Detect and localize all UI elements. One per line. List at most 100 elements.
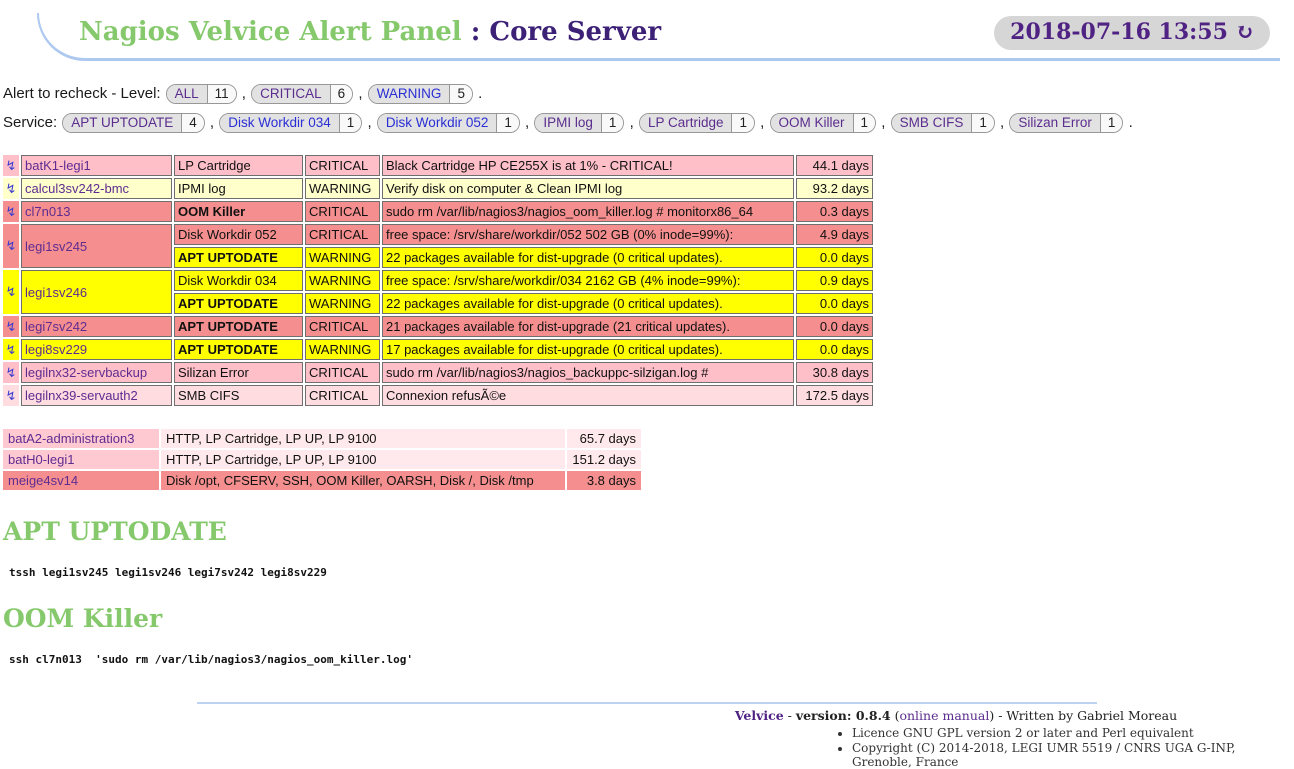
- host-link[interactable]: batH0-legi1: [8, 452, 75, 467]
- filter-label[interactable]: Disk Workdir 052: [378, 114, 497, 132]
- alert-row: ↯cl7n013OOM KillerCRITICALsudo rm /var/l…: [3, 201, 873, 222]
- host-link[interactable]: batA2-administration3: [8, 431, 134, 446]
- footer-version: version: 0.8.4: [796, 708, 891, 723]
- alert-row: ↯legi1sv245Disk Workdir 052CRITICALfree …: [3, 224, 873, 245]
- days-cell: 172.5 days: [796, 385, 873, 406]
- refresh-time-button[interactable]: 2018-07-16 13:55 ↻: [994, 16, 1270, 50]
- filter-label[interactable]: WARNING: [369, 85, 450, 103]
- recheck-bolt-icon[interactable]: ↯: [6, 158, 17, 173]
- filter-count: 1: [853, 114, 876, 132]
- filter-pill-critical[interactable]: CRITICAL6: [251, 84, 353, 104]
- filter-pill-smb-cifs[interactable]: SMB CIFS1: [891, 113, 995, 133]
- recheck-cell: ↯: [3, 270, 19, 314]
- services-list-cell: Disk /opt, CFSERV, SSH, OOM Killer, OARS…: [161, 471, 565, 490]
- state-cell: WARNING: [305, 293, 380, 314]
- state-cell: WARNING: [305, 339, 380, 360]
- days-cell: 0.9 days: [796, 270, 873, 291]
- services-list-cell: HTTP, LP Cartridge, LP UP, LP 9100: [161, 450, 565, 469]
- service-name: LP Cartridge: [174, 155, 303, 176]
- host-link[interactable]: legi8sv229: [25, 342, 87, 357]
- oom-killer-command: ssh cl7n013 'sudo rm /var/lib/nagios3/na…: [9, 653, 1294, 666]
- app-title: Nagios Velvice Alert Panel: [79, 17, 462, 47]
- info-cell: Black Cartridge HP CE255X is at 1% - CRI…: [382, 155, 794, 176]
- alerts-table: ↯ batK1-legi1 LP Cartridge CRITICAL Black Ca…: [1, 153, 875, 408]
- info-cell: free space: /srv/share/workdir/052 502 G…: [382, 224, 794, 245]
- online-manual-link[interactable]: online manual: [899, 708, 989, 723]
- reload-icon[interactable]: ↻: [1236, 19, 1254, 45]
- days-cell: 0.0 days: [796, 247, 873, 268]
- recheck-bolt-icon[interactable]: ↯: [6, 342, 17, 357]
- service-name: Disk Workdir 034: [174, 270, 303, 291]
- footer-credits: Velvice - version: 0.8.4 (online manual)…: [626, 708, 1286, 723]
- filter-pill-warning[interactable]: WARNING5: [368, 84, 473, 104]
- filter-pill-apt-uptodate[interactable]: APT UPTODATE4: [62, 113, 205, 133]
- level-pills: ALL11 , CRITICAL6 , WARNING5 .: [165, 85, 483, 102]
- service-name: APT UPTODATE: [174, 247, 303, 268]
- service-name: APT UPTODATE: [174, 339, 303, 360]
- host-link[interactable]: meige4sv14: [8, 473, 78, 488]
- recheck-bolt-icon[interactable]: ↯: [6, 181, 17, 196]
- info-cell: 17 packages available for dist-upgrade (…: [382, 339, 794, 360]
- filter-pill-all[interactable]: ALL11: [166, 84, 237, 104]
- host-link[interactable]: cl7n013: [25, 204, 71, 219]
- service-pills: APT UPTODATE4 , Disk Workdir 0341 , Disk…: [61, 114, 1133, 131]
- days-cell: 0.0 days: [796, 339, 873, 360]
- service-name: SMB CIFS: [174, 385, 303, 406]
- host-link[interactable]: legi1sv246: [25, 285, 87, 300]
- recheck-bolt-icon[interactable]: ↯: [6, 238, 17, 253]
- title-separator: :: [462, 17, 490, 47]
- days-cell: 0.0 days: [796, 316, 873, 337]
- filter-count: 4: [181, 114, 204, 132]
- host-link[interactable]: calcul3sv242-bmc: [25, 181, 129, 196]
- info-cell: sudo rm /var/lib/nagios3/nagios_oom_kill…: [382, 201, 794, 222]
- server-name: Core Server: [489, 17, 661, 47]
- recheck-cell: ↯: [3, 316, 19, 337]
- alert-row: ↯legi7sv242APT UPTODATECRITICAL21 packag…: [3, 316, 873, 337]
- filter-label[interactable]: SMB CIFS: [892, 114, 972, 132]
- recheck-cell: ↯: [3, 385, 19, 406]
- footer: Velvice - version: 0.8.4 (online manual)…: [626, 708, 1286, 769]
- recheck-bolt-icon[interactable]: ↯: [6, 204, 17, 219]
- days-cell: 151.2 days: [567, 450, 641, 469]
- recheck-cell: ↯: [3, 155, 19, 176]
- filter-count: 1: [731, 114, 754, 132]
- state-cell: CRITICAL: [305, 201, 380, 222]
- filter-label[interactable]: ALL: [167, 85, 207, 103]
- alert-row: ↯legilnx32-servbackupSilizan ErrorCRITIC…: [3, 362, 873, 383]
- host-down-row: batH0-legi1 HTTP, LP Cartridge, LP UP, LP…: [3, 450, 641, 469]
- filter-pill-silizan-error[interactable]: Silizan Error1: [1009, 113, 1123, 133]
- host-link[interactable]: batK1-legi1: [25, 158, 91, 173]
- state-cell: CRITICAL: [305, 362, 380, 383]
- filter-label[interactable]: Silizan Error: [1010, 114, 1100, 132]
- host-link[interactable]: legi1sv245: [25, 239, 87, 254]
- filter-label[interactable]: LP Cartridge: [640, 114, 732, 132]
- alert-row: ↯ legi8sv229 APT UPTODATEWARNING17 package…: [3, 339, 873, 360]
- recheck-bolt-icon[interactable]: ↯: [6, 284, 17, 299]
- footer-author: - Written by Gabriel Moreau: [994, 708, 1177, 723]
- state-cell: WARNING: [305, 270, 380, 291]
- host-link[interactable]: legilnx39-servauth2: [25, 388, 138, 403]
- days-cell: 30.8 days: [796, 362, 873, 383]
- recheck-bolt-icon[interactable]: ↯: [6, 388, 17, 403]
- host-link[interactable]: legilnx32-servbackup: [25, 365, 147, 380]
- filter-pill-oom-killer[interactable]: OOM Killer1: [770, 113, 877, 133]
- filter-pill-ipmi-log[interactable]: IPMI log1: [534, 113, 624, 133]
- recheck-cell: ↯: [3, 362, 19, 383]
- host-down-row: batA2-administration3HTTP, LP Cartridge,…: [3, 429, 641, 448]
- filter-count: 6: [330, 85, 353, 103]
- state-cell: WARNING: [305, 247, 380, 268]
- filter-label[interactable]: OOM Killer: [771, 114, 853, 132]
- service-name: IPMI log: [174, 178, 303, 199]
- host-link[interactable]: legi7sv242: [25, 319, 87, 334]
- recheck-bolt-icon[interactable]: ↯: [6, 319, 17, 334]
- info-cell: sudo rm /var/lib/nagios3/nagios_backuppc…: [382, 362, 794, 383]
- filter-label[interactable]: APT UPTODATE: [63, 114, 181, 132]
- filter-pill-disk-workdir-052[interactable]: Disk Workdir 0521: [377, 113, 520, 133]
- recheck-bolt-icon[interactable]: ↯: [6, 365, 17, 380]
- filter-label[interactable]: IPMI log: [535, 114, 601, 132]
- filter-label[interactable]: Disk Workdir 034: [220, 114, 339, 132]
- alert-row: ↯legilnx39-servauth2SMB CIFSCRITICALConn…: [3, 385, 873, 406]
- filter-label[interactable]: CRITICAL: [252, 85, 330, 103]
- filter-pill-disk-workdir-034[interactable]: Disk Workdir 0341: [219, 113, 362, 133]
- filter-pill-lp-cartridge[interactable]: LP Cartridge1: [639, 113, 755, 133]
